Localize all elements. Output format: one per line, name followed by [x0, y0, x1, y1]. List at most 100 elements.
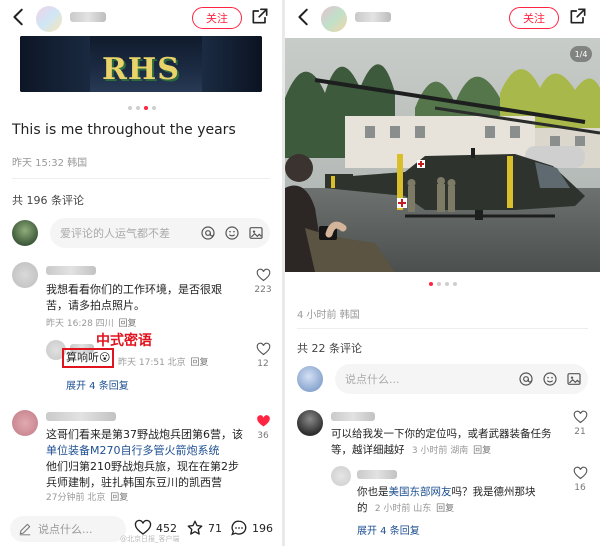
bottom-input-label: 说点什么...	[38, 523, 93, 536]
follow-button[interactable]: 关注	[509, 7, 559, 29]
heart-icon	[573, 410, 587, 424]
my-avatar	[297, 366, 323, 392]
expand-replies-link[interactable]: 展开 4 条回复	[66, 377, 129, 392]
comment-text: 我想看看你们的工作环境，是否很艰 苦，请多拍点照片。	[46, 283, 222, 312]
comment-stat[interactable]: 196	[230, 519, 273, 537]
like-count: 16	[574, 483, 586, 493]
sub-reply-text: 算响听😮	[66, 351, 111, 364]
comment-input-placeholder: 说点什么...	[345, 373, 400, 386]
right-phone-screen: 关注 1/4 4 小时前 韩国 共 22 条评论 说点什么... 可以给我发一下…	[285, 0, 600, 546]
comment-input-row: 说点什么...	[297, 364, 588, 396]
at-icon[interactable]	[518, 371, 534, 387]
comment-meta: 27分钟前 北京 回复	[46, 493, 129, 503]
emoji-icon[interactable]	[224, 225, 240, 241]
favorite-stat[interactable]: 71	[186, 519, 222, 537]
annotation-label: 中式密语	[96, 333, 152, 349]
input-icons	[518, 371, 582, 387]
comment-meta: 昨天 16:28 四川 回复	[46, 319, 137, 329]
pager-dot-active	[429, 282, 433, 286]
pager-dot	[453, 282, 457, 286]
commenter-name-blurred[interactable]	[46, 266, 96, 275]
image-pager-dots	[429, 282, 457, 286]
heart-icon	[256, 268, 270, 282]
heart-icon	[573, 466, 587, 480]
pager-dot	[128, 106, 132, 110]
pager-dot-active	[144, 106, 148, 110]
comment-meta: 3 小时前 湖南 回复	[411, 446, 492, 456]
input-icons	[200, 225, 264, 241]
image-pager-dots	[128, 106, 156, 110]
like-button[interactable]: 223	[252, 268, 274, 295]
emoji-icon[interactable]	[542, 371, 558, 387]
reply-link[interactable]: 回复	[436, 504, 454, 514]
left-phone-screen: 关注 RHS This is me throughout the years 昨…	[0, 0, 282, 546]
back-arrow-icon[interactable]	[293, 6, 315, 28]
back-arrow-icon[interactable]	[8, 6, 30, 28]
heart-icon	[256, 342, 270, 356]
expand-replies-link[interactable]: 展开 4 条回复	[357, 522, 420, 537]
star-icon	[187, 520, 203, 535]
author-avatar[interactable]	[36, 6, 62, 32]
reply-link[interactable]: 回复	[119, 319, 137, 329]
comment-input-placeholder: 爱评论的人运气都不差	[60, 227, 170, 240]
heart-filled-icon	[256, 415, 270, 427]
top-bar: 关注	[0, 0, 282, 36]
like-count: 36	[257, 431, 269, 441]
like-count: 21	[574, 427, 586, 437]
commenter-avatar[interactable]	[297, 410, 323, 436]
helicopter-photo-illustration	[285, 38, 600, 272]
like-button[interactable]: 21	[569, 410, 591, 437]
sub-reply-meta: 昨天 17:51 北京 回复	[118, 358, 209, 368]
reply-link[interactable]: 回复	[473, 446, 491, 456]
post-image[interactable]: 1/4	[285, 38, 600, 272]
author-name-blurred[interactable]	[355, 12, 391, 22]
reply-link[interactable]: 回复	[191, 358, 209, 368]
sub-reply-text: 你也是美国东部网友吗？我是德州那块 的 2 小时前 山东 回复	[357, 486, 536, 514]
comment-text: 可以给我发一下你的定位吗，或者武器装备任务 等，越详细越好 3 小时前 湖南 回…	[331, 428, 552, 456]
commenter-name-blurred[interactable]	[331, 412, 375, 421]
bottom-comment-input[interactable]: 说点什么...	[10, 516, 126, 542]
share-icon[interactable]	[568, 6, 588, 26]
share-icon[interactable]	[250, 6, 270, 26]
commenter-avatar[interactable]	[12, 262, 38, 288]
follow-button[interactable]: 关注	[192, 7, 242, 29]
pager-dot	[152, 106, 156, 110]
divider	[297, 328, 588, 329]
post-meta: 4 小时前 韩国	[297, 310, 360, 321]
pager-dot	[437, 282, 441, 286]
post-meta: 昨天 15:32 韩国	[12, 158, 88, 169]
like-button[interactable]: 16	[569, 466, 591, 493]
watermark: @北京日报_客户端	[120, 535, 180, 543]
image-icon[interactable]	[248, 225, 264, 241]
comment-input-row: 爱评论的人运气都不差	[12, 218, 270, 250]
at-icon[interactable]	[200, 225, 216, 241]
post-image[interactable]: RHS	[20, 36, 262, 92]
sub-reply-meta: 2 小时前 山东 回复	[374, 504, 455, 514]
like-total: 452	[156, 521, 177, 535]
comment-count: 共 196 条评论	[12, 194, 84, 207]
comment-total: 196	[252, 521, 273, 535]
commenter-name-blurred[interactable]	[46, 412, 116, 421]
like-count: 223	[254, 285, 272, 295]
author-avatar[interactable]	[321, 6, 347, 32]
divider	[12, 178, 270, 179]
comment-text: 这哥们看来是第37野战炮兵团第6营，该 单位装备M270自行多管火箭炮系统 他们…	[46, 428, 243, 489]
top-bar: 关注	[285, 0, 600, 36]
image-icon[interactable]	[566, 371, 582, 387]
commenter-avatar[interactable]	[12, 410, 38, 436]
reply-link[interactable]: 回复	[110, 493, 128, 503]
comment-count: 共 22 条评论	[297, 342, 362, 355]
pencil-icon	[19, 523, 31, 536]
sub-replier-name-blurred[interactable]	[357, 470, 397, 479]
author-name-blurred[interactable]	[70, 12, 106, 22]
like-count: 12	[257, 359, 269, 369]
favorite-total: 71	[208, 521, 222, 535]
like-button-liked[interactable]: 36	[252, 414, 274, 441]
like-button[interactable]: 12	[252, 342, 274, 369]
post-title: This is me throughout the years	[12, 122, 236, 138]
comment-bubble-icon	[231, 520, 247, 536]
image-counter: 1/4	[570, 46, 592, 62]
bottom-action-bar: 说点什么... 452 71 196 @北京日报_客户端	[0, 512, 282, 546]
my-avatar	[12, 220, 38, 246]
sub-replier-avatar[interactable]	[331, 466, 351, 486]
